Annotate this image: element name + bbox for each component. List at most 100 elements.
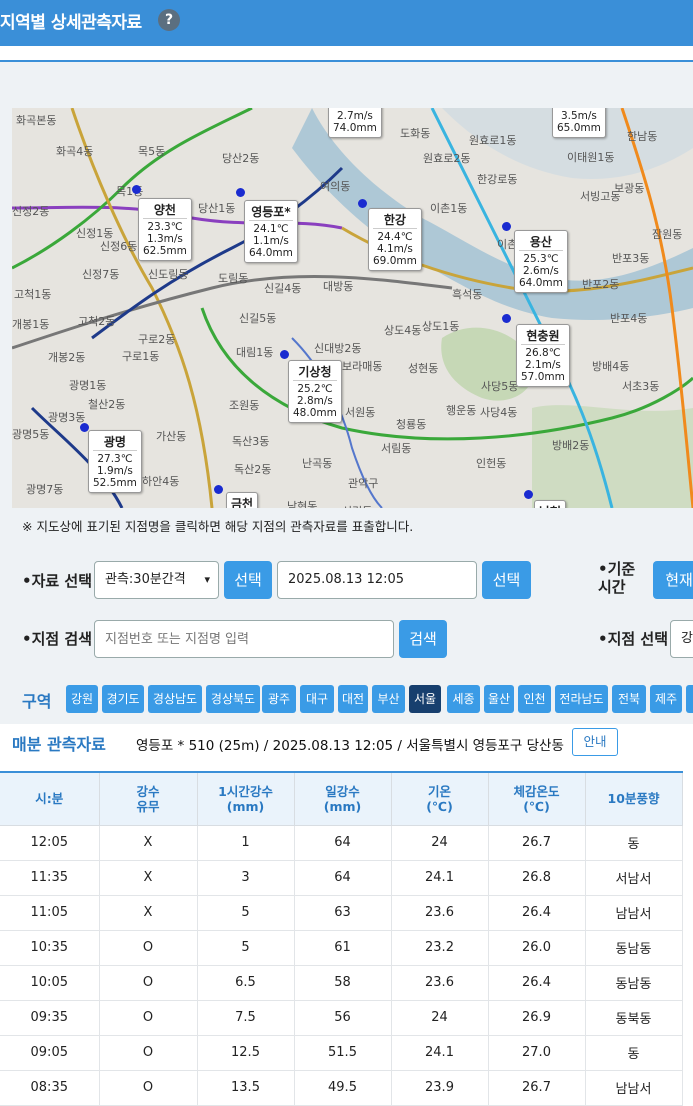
region-chip[interactable]: 경상남도	[148, 685, 202, 713]
table-row: 10:35 O 5 61 23.2 26.0 동남동	[0, 930, 683, 966]
table-cell: 26.4	[488, 895, 586, 931]
table-header[interactable]: 일강수 (mm)	[294, 771, 392, 826]
station-rain: 64.0mm	[519, 277, 563, 289]
station-label[interactable]: 한강 24.4℃ 4.1m/s 69.0mm	[368, 208, 422, 271]
station-marker[interactable]	[132, 185, 141, 194]
station-label[interactable]: 기상청 25.2℃ 2.8m/s 48.0mm	[288, 360, 342, 423]
table-cell: 12:05	[0, 825, 100, 861]
base-time-now-button[interactable]: 현재	[653, 561, 693, 599]
map-place-label: 당산2동	[222, 152, 260, 165]
region-chip[interactable]: 울산	[484, 685, 514, 713]
station-search-button[interactable]: 검색	[399, 620, 447, 658]
table-cell: 26.7	[488, 825, 586, 861]
table-header[interactable]: 강수 유무	[99, 771, 198, 826]
region-chip[interactable]: 광주	[262, 685, 296, 713]
table-header[interactable]: 체감온도 (℃)	[488, 771, 586, 826]
map-place-label: 인헌동	[476, 457, 507, 470]
region-chip[interactable]: 서울	[409, 685, 441, 713]
table-row: 12:05 X 1 64 24 26.7 동	[0, 825, 683, 861]
data-select-button[interactable]: 선택	[224, 561, 272, 599]
station-rain: 74.0mm	[333, 122, 377, 134]
table-header[interactable]: 시:분	[0, 771, 100, 826]
region-chip[interactable]: 경상북도	[206, 685, 260, 713]
guide-button[interactable]: 안내	[572, 728, 618, 756]
station-marker[interactable]	[280, 350, 289, 359]
map-place-label: 상도1동	[422, 320, 460, 333]
map-place-label: 도화동	[400, 127, 431, 140]
table-cell: 08:35	[0, 1070, 100, 1106]
map-place-label: 서원동	[345, 406, 376, 419]
station-label[interactable]: 현충원 26.8℃ 2.1m/s 57.0mm	[516, 324, 570, 387]
data-select-label: •자료 선택	[22, 572, 93, 590]
map-place-label: 당산1동	[198, 202, 236, 215]
station-marker[interactable]	[358, 199, 367, 208]
table-cell: 26.4	[488, 965, 586, 1001]
station-search-label: •지점 검색	[22, 630, 93, 648]
station-marker[interactable]	[502, 314, 511, 323]
datetime-select-button[interactable]: 선택	[482, 561, 531, 599]
map-place-label: 사당4동	[480, 406, 518, 419]
region-chip[interactable]: 경기도	[102, 685, 144, 713]
table-cell: 11:05	[0, 895, 100, 931]
table-header[interactable]: 1시간강수 (mm)	[197, 771, 295, 826]
region-chip[interactable]: 충	[686, 685, 693, 713]
base-time-label: •기준 시간	[598, 560, 636, 596]
station-label[interactable]: 21.2℃3.5m/s65.0mm	[552, 108, 606, 138]
data-select-dropdown[interactable]: 관측:30분간격 ▾	[94, 561, 219, 599]
station-label[interactable]: 금천	[226, 492, 259, 508]
table-header[interactable]: 10분풍향	[585, 771, 683, 826]
datetime-input[interactable]: 2025.08.13 12:05	[277, 561, 477, 599]
region-chip[interactable]: 대구	[300, 685, 334, 713]
region-chip[interactable]: 강원	[66, 685, 98, 713]
station-name: 현충원	[521, 328, 565, 345]
region-chip[interactable]: 전라남도	[555, 685, 608, 713]
station-label[interactable]: 양천 23.3℃ 1.3m/s 62.5mm	[138, 198, 192, 261]
table-cell: 6.5	[197, 965, 295, 1001]
map-place-label: 이태원1동	[567, 151, 615, 164]
table-header[interactable]: 기온 (℃)	[391, 771, 489, 826]
table-cell: 동남동	[585, 965, 683, 1001]
table-cell: 26.0	[488, 930, 586, 966]
station-marker[interactable]	[524, 490, 533, 499]
help-icon[interactable]: ?	[158, 9, 180, 31]
station-search-input[interactable]	[94, 620, 394, 658]
page-title: 지역별 상세관측자료	[0, 13, 142, 33]
station-select-dropdown[interactable]: 강	[670, 620, 693, 658]
station-marker[interactable]	[214, 485, 223, 494]
station-marker[interactable]	[502, 222, 511, 231]
station-wind: 2.7m/s	[336, 110, 373, 122]
region-chip[interactable]: 인천	[518, 685, 551, 713]
station-label[interactable]: 용산 25.3℃ 2.6m/s 64.0mm	[514, 230, 568, 293]
map-place-label: 난곡동	[302, 457, 333, 470]
map-place-label: 원효로2동	[423, 152, 471, 165]
region-chip[interactable]: 세종	[447, 685, 480, 713]
map-place-label: 화곡본동	[16, 114, 57, 127]
table-cell: 남남서	[585, 895, 683, 931]
station-wind: 3.5m/s	[560, 110, 597, 122]
page-header: 지역별 상세관측자료 ?	[0, 0, 693, 46]
table-cell: 09:35	[0, 1000, 100, 1036]
station-marker[interactable]	[236, 188, 245, 197]
map-note: ※ 지도상에 표기된 지점명을 클릭하면 해당 지점의 관측자료를 표출합니다.	[22, 519, 414, 534]
table-cell: 24.1	[391, 860, 489, 896]
station-label[interactable]: 영등포* 24.1℃ 1.1m/s 64.0mm	[244, 200, 298, 263]
region-chip[interactable]: 제주	[650, 685, 682, 713]
station-label[interactable]: 광명 27.3℃ 1.9m/s 52.5mm	[88, 430, 142, 493]
region-chip[interactable]: 전북	[612, 685, 646, 713]
map-place-label: 잠원동	[652, 228, 683, 241]
station-label[interactable]: 남현	[534, 500, 567, 508]
observation-map[interactable]: 화곡본동 화곡4동 목5동 당산2동 여의동 도화동 원효로1동 원효로2동 한강로동 이태원1동…	[12, 108, 693, 508]
table-cell: 23.6	[391, 965, 489, 1001]
region-chip[interactable]: 대전	[338, 685, 368, 713]
table-cell: O	[99, 1000, 198, 1036]
station-rain: 64.0mm	[249, 247, 293, 259]
station-wind: 1.1m/s	[252, 235, 289, 247]
station-label[interactable]: 22.5℃2.7m/s74.0mm	[328, 108, 382, 138]
table-row: 08:35 O 13.5 49.5 23.9 26.7 남남서	[0, 1070, 683, 1106]
map-place-label: 신정2동	[12, 205, 50, 218]
station-temp: 25.3℃	[523, 253, 559, 265]
station-name: 양천	[143, 202, 187, 219]
map-place-label: 신정6동	[100, 240, 138, 253]
region-chip[interactable]: 부산	[372, 685, 405, 713]
station-name: 금천	[231, 496, 253, 508]
